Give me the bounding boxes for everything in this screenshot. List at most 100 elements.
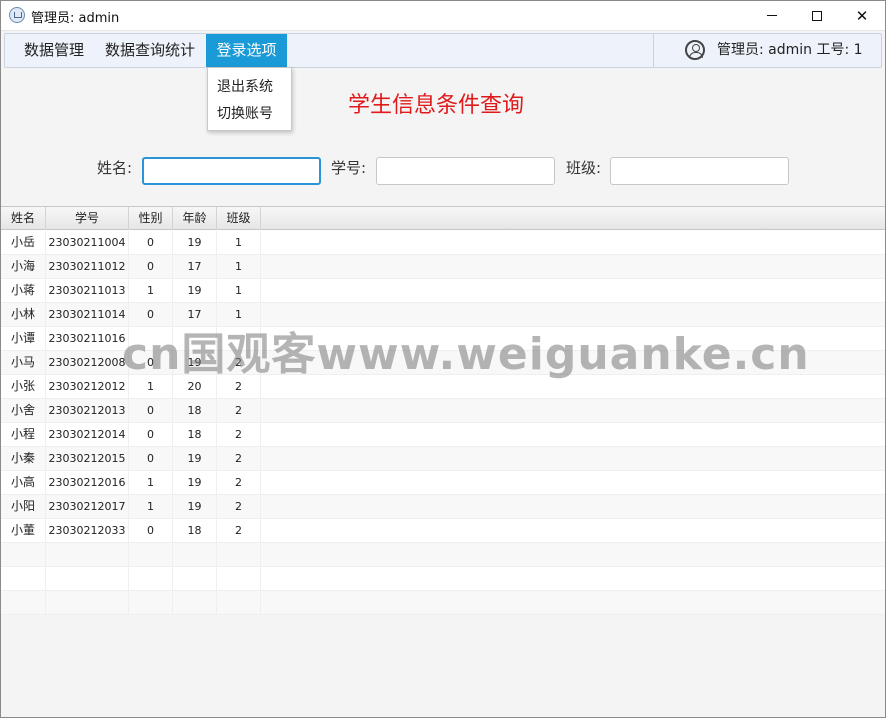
column-header-gender[interactable]: 性别 <box>129 207 173 230</box>
table-cell: 小谭 <box>1 327 46 351</box>
table-cell: 小高 <box>1 471 46 495</box>
table-cell <box>129 543 173 567</box>
maximize-button[interactable] <box>794 0 840 31</box>
table-cell: 23030212015 <box>46 447 129 471</box>
table-cell: 2 <box>217 519 261 543</box>
table-cell: 18 <box>173 423 217 447</box>
table-cell: 小张 <box>1 375 46 399</box>
table-row[interactable] <box>1 567 885 591</box>
column-header-filler <box>261 207 885 230</box>
table-row[interactable]: 小舍 23030212013 0 18 2 <box>1 399 885 423</box>
menu-login-options[interactable]: 登录选项 <box>206 34 287 67</box>
menu-data-management[interactable]: 数据管理 <box>12 34 96 67</box>
table-cell: 23030212013 <box>46 399 129 423</box>
table-cell: 18 <box>173 399 217 423</box>
table-cell: 23030212017 <box>46 495 129 519</box>
menu-data-query-stats[interactable]: 数据查询统计 <box>93 34 207 67</box>
class-input[interactable] <box>610 157 789 185</box>
table-cell: 1 <box>217 255 261 279</box>
table-cell: 1 <box>129 495 173 519</box>
table-cell <box>217 591 261 615</box>
maximize-icon <box>812 10 822 21</box>
table-cell-filler <box>261 543 885 567</box>
table-cell: 23030211016 <box>46 327 129 351</box>
table-cell: 23030212012 <box>46 375 129 399</box>
table-cell: 23030212016 <box>46 471 129 495</box>
table-cell: 23030212008 <box>46 351 129 375</box>
column-header-class[interactable]: 班级 <box>217 207 261 230</box>
minimize-button[interactable] <box>749 0 795 31</box>
table-cell: 1 <box>129 279 173 303</box>
table-cell: 0 <box>129 423 173 447</box>
table-cell: 0 <box>129 231 173 255</box>
table-cell: 23030211013 <box>46 279 129 303</box>
table-row[interactable]: 小秦 23030212015 0 19 2 <box>1 447 885 471</box>
table-cell: 1 <box>129 471 173 495</box>
table-cell <box>1 591 46 615</box>
table-cell: 2 <box>217 399 261 423</box>
table-cell: 小董 <box>1 519 46 543</box>
table-row[interactable] <box>1 591 885 615</box>
table-row[interactable]: 小高 23030212016 1 19 2 <box>1 471 885 495</box>
name-label: 姓名: <box>97 159 133 177</box>
table-cell: 0 <box>129 519 173 543</box>
table-cell: 23030211014 <box>46 303 129 327</box>
table-cell: 小海 <box>1 255 46 279</box>
table-cell <box>46 543 129 567</box>
table-row[interactable]: 小岳 23030211004 0 19 1 <box>1 231 885 255</box>
table-cell <box>1 543 46 567</box>
student-id-input[interactable] <box>376 157 555 185</box>
table-cell: 小阳 <box>1 495 46 519</box>
menu-bar: 数据管理 数据查询统计 登录选项 管理员: admin 工号: 1 <box>4 33 882 68</box>
table-row[interactable]: 小程 23030212014 0 18 2 <box>1 423 885 447</box>
table-cell: 小林 <box>1 303 46 327</box>
table-cell: 17 <box>173 255 217 279</box>
title-bar: 管理员: admin ✕ <box>0 0 886 31</box>
student-id-label: 学号: <box>331 159 367 177</box>
table-cell: 19 <box>173 231 217 255</box>
table-cell: 2 <box>217 423 261 447</box>
table-cell: 小程 <box>1 423 46 447</box>
table-cell: 1 <box>217 231 261 255</box>
table-cell: 19 <box>173 447 217 471</box>
table-cell: 19 <box>173 471 217 495</box>
table-cell: 2 <box>217 447 261 471</box>
user-info-text: 管理员: admin 工号: 1 <box>717 42 863 58</box>
table-cell: 23030212033 <box>46 519 129 543</box>
table-row[interactable]: 小阳 23030212017 1 19 2 <box>1 495 885 519</box>
table-row[interactable] <box>1 543 885 567</box>
table-cell <box>173 543 217 567</box>
table-cell-filler <box>261 495 885 519</box>
watermark: cn国观客www.weiguanke.cn <box>122 329 810 380</box>
table-cell: 2 <box>217 495 261 519</box>
table-cell-filler <box>261 279 885 303</box>
table-row[interactable]: 小蒋 23030211013 1 19 1 <box>1 279 885 303</box>
table-cell <box>46 567 129 591</box>
app-icon <box>9 7 25 23</box>
menu-item-switch-account[interactable]: 切换账号 <box>217 103 273 123</box>
table-cell <box>129 591 173 615</box>
table-cell: 小岳 <box>1 231 46 255</box>
table-cell: 19 <box>173 279 217 303</box>
close-button[interactable]: ✕ <box>839 0 885 31</box>
column-header-student-id[interactable]: 学号 <box>46 207 129 230</box>
student-table: 姓名 学号 性别 年龄 班级 小岳 23030211004 0 19 1 小海 230302… <box>1 206 885 615</box>
column-header-name[interactable]: 姓名 <box>1 207 46 230</box>
column-header-age[interactable]: 年龄 <box>173 207 217 230</box>
table-cell: 23030211012 <box>46 255 129 279</box>
table-cell <box>129 567 173 591</box>
table-cell <box>173 591 217 615</box>
page-title: 学生信息条件查询 <box>348 93 525 118</box>
table-cell-filler <box>261 591 885 615</box>
window-title: 管理员: admin <box>31 11 120 26</box>
name-input[interactable] <box>142 157 321 185</box>
table-cell: 0 <box>129 399 173 423</box>
table-cell: 1 <box>217 279 261 303</box>
login-options-dropdown: 退出系统 切换账号 <box>207 67 292 131</box>
table-row[interactable]: 小海 23030211012 0 17 1 <box>1 255 885 279</box>
table-row[interactable]: 小董 23030212033 0 18 2 <box>1 519 885 543</box>
user-info: 管理员: admin 工号: 1 <box>653 34 882 67</box>
menu-item-exit-system[interactable]: 退出系统 <box>217 76 273 96</box>
table-cell-filler <box>261 399 885 423</box>
table-cell-filler <box>261 519 885 543</box>
